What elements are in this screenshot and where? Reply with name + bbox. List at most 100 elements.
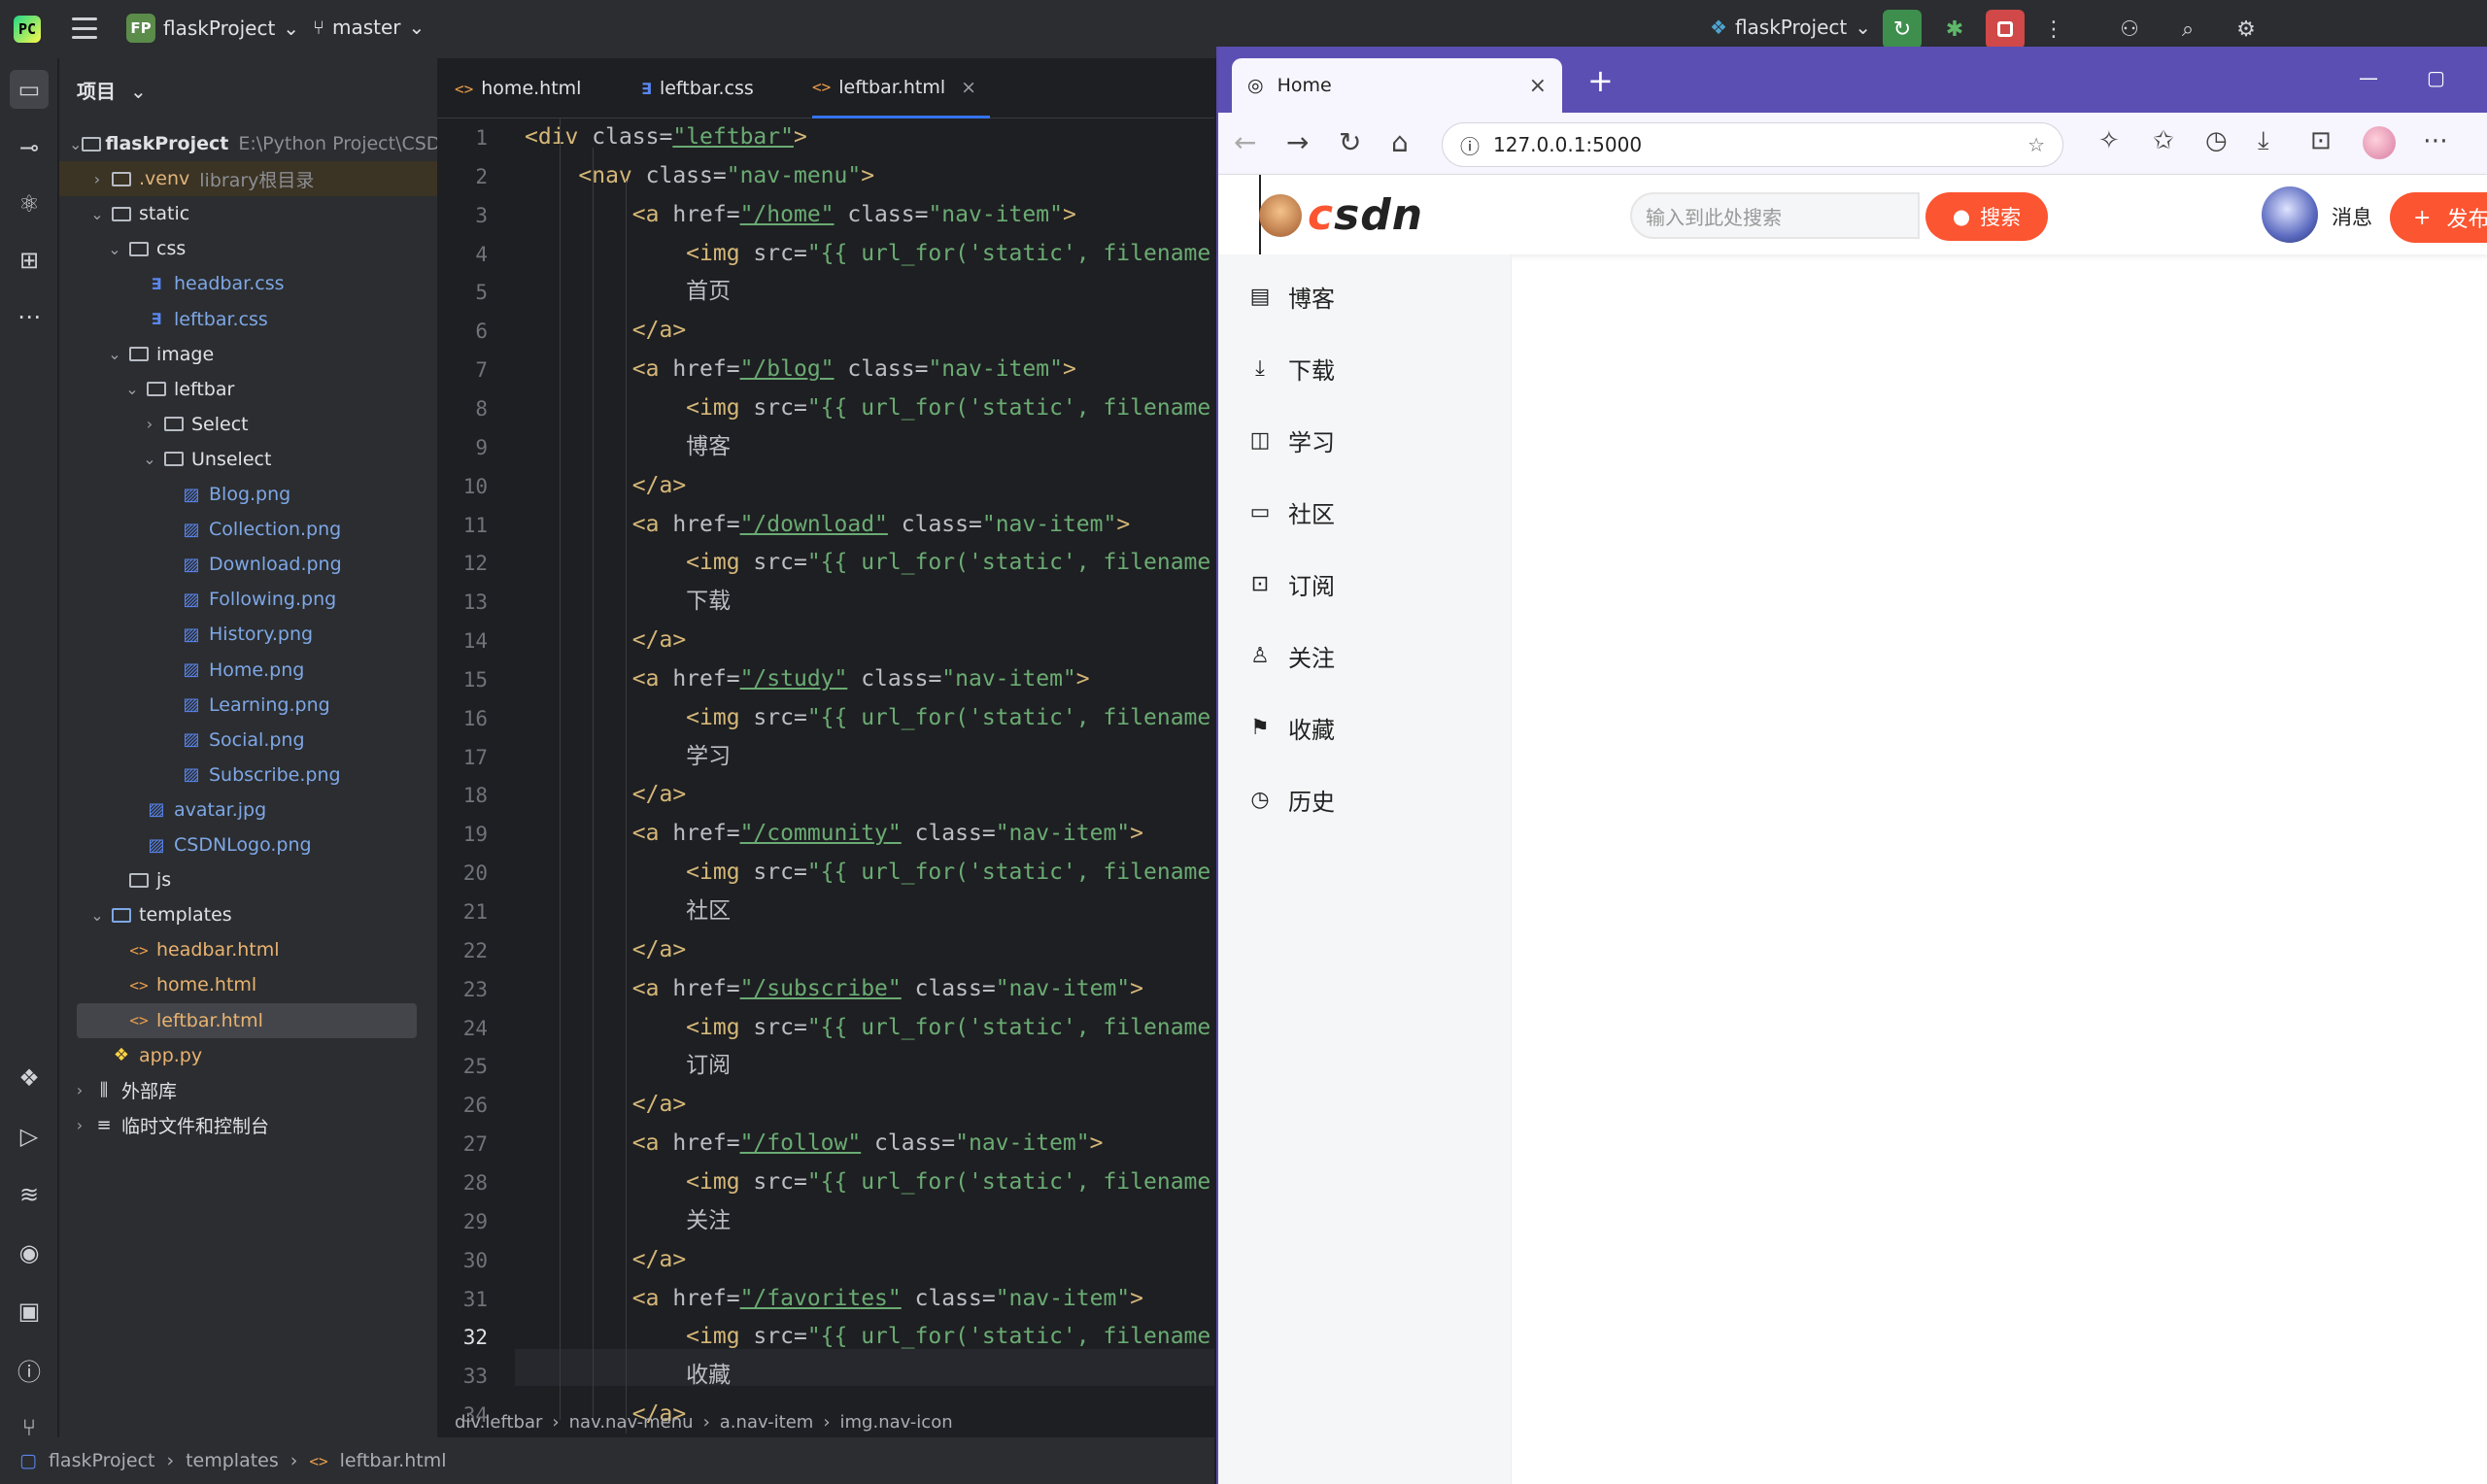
nav-item-following[interactable]: ♙ 关注: [1247, 631, 1335, 680]
code-line[interactable]: 收藏: [525, 1357, 731, 1394]
tree-item[interactable]: ∃ headbar.css: [59, 266, 437, 301]
refresh-button[interactable]: ↻: [1339, 126, 1361, 158]
tree-item[interactable]: ▨ History.png: [59, 617, 437, 652]
tree-item[interactable]: › Select: [59, 407, 437, 442]
breadcrumb-item[interactable]: img.nav-icon: [840, 1412, 953, 1433]
breadcrumb-item[interactable]: nav.nav-menu: [569, 1412, 694, 1433]
code-line[interactable]: <img src="{{ url_for('static', filename: [525, 389, 1210, 426]
close-tab-icon[interactable]: ×: [1529, 74, 1547, 98]
run-tool-button[interactable]: ▷: [10, 1117, 49, 1156]
tab-leftbar-css[interactable]: ∃ leftbar.css: [641, 58, 754, 118]
status-path-item[interactable]: templates: [186, 1450, 279, 1471]
code-line[interactable]: <div class="leftbar">: [525, 118, 807, 155]
breadcrumb-item[interactable]: div.leftbar: [455, 1412, 542, 1433]
commit-tool-button[interactable]: ⊸: [10, 128, 49, 167]
debug-button[interactable]: ✱: [1935, 10, 1974, 49]
tree-item[interactable]: ▨ Blog.png: [59, 477, 437, 512]
tree-item[interactable]: <> leftbar.html: [77, 1002, 417, 1038]
python-console-button[interactable]: ❖: [10, 1059, 49, 1097]
forward-button[interactable]: →: [1286, 126, 1309, 158]
services-tool-button[interactable]: ◉: [10, 1233, 49, 1272]
more-horizontal-icon[interactable]: ⋯: [2423, 126, 2448, 155]
code-line[interactable]: </a>: [525, 1241, 686, 1278]
code-line[interactable]: 关注: [525, 1202, 731, 1239]
messages-link[interactable]: 消息: [2332, 202, 2372, 231]
maximize-window-button[interactable]: ▢: [2427, 66, 2445, 89]
run-configuration-selector[interactable]: ❖ flaskProject ⌄: [1710, 16, 1871, 39]
stop-button[interactable]: [1986, 10, 2025, 49]
code-line[interactable]: <a href="/subscribe" class="nav-item">: [525, 970, 1143, 1007]
tree-item[interactable]: ⌄ templates: [59, 897, 437, 932]
code-line[interactable]: </a>: [525, 622, 686, 658]
code-line[interactable]: </a>: [525, 312, 686, 349]
nav-item-social[interactable]: ▭ 社区: [1247, 488, 1335, 536]
minimize-window-button[interactable]: —: [2359, 66, 2378, 89]
code-line[interactable]: <img src="{{ url_for('static', filename: [525, 1009, 1210, 1046]
branch-switcher[interactable]: ⑂ master ⌄: [313, 16, 425, 39]
code-line[interactable]: <a href="/home" class="nav-item">: [525, 196, 1076, 233]
chevron-down-icon[interactable]: ⌄: [86, 906, 108, 925]
site-info-icon[interactable]: ⓘ: [1460, 131, 1480, 159]
code-line[interactable]: </a>: [525, 467, 686, 504]
tree-item[interactable]: ∃ leftbar.css: [59, 302, 437, 337]
code-line[interactable]: <img src="{{ url_for('static', filename: [525, 1164, 1210, 1200]
tree-item[interactable]: ▨ CSDNLogo.png: [59, 827, 437, 862]
nav-item-download[interactable]: ⤓ 下载: [1247, 344, 1335, 392]
code-line[interactable]: <img src="{{ url_for('static', filename: [525, 699, 1210, 736]
chevron-right-icon[interactable]: ›: [69, 1116, 90, 1134]
tab-leftbar-html[interactable]: <> leftbar.html ×: [812, 58, 991, 118]
chevron-down-icon[interactable]: ⌄: [69, 135, 82, 153]
tree-item[interactable]: › .venv library根目录: [59, 161, 437, 197]
search-input[interactable]: 输入到此处搜索: [1630, 192, 1920, 239]
python-packages-button[interactable]: ⚛: [10, 185, 49, 223]
history-icon[interactable]: ◷: [2205, 126, 2228, 155]
code-line[interactable]: </a>: [525, 776, 686, 813]
nav-item-subscribe[interactable]: ⊡ 订阅: [1247, 559, 1335, 608]
tree-item[interactable]: ⌄ leftbar: [59, 372, 437, 407]
code-line[interactable]: 首页: [525, 273, 731, 310]
project-switcher[interactable]: FP flaskProject ⌄: [126, 14, 299, 43]
tree-item[interactable]: ▨ Collection.png: [59, 512, 437, 547]
code-line[interactable]: 学习: [525, 738, 731, 775]
code-line[interactable]: <a href="/blog" class="nav-item">: [525, 351, 1076, 388]
terminal-tool-button[interactable]: ▣: [10, 1292, 49, 1331]
tree-item[interactable]: ▨ Download.png: [59, 547, 437, 582]
tree-item[interactable]: ▨ Learning.png: [59, 688, 437, 723]
layers-tool-button[interactable]: ≋: [10, 1175, 49, 1214]
search-everywhere-button[interactable]: ⌕: [2168, 10, 2207, 49]
chevron-down-icon[interactable]: ⌄: [104, 240, 125, 258]
code-line[interactable]: <img src="{{ url_for('static', filename: [525, 854, 1210, 891]
nav-item-collection[interactable]: ⚑ 收藏: [1247, 703, 1335, 752]
more-actions-button[interactable]: ⋮: [2034, 10, 2073, 49]
nav-item-history[interactable]: ◷ 历史: [1247, 775, 1335, 824]
tab-home-html[interactable]: <> home.html: [455, 58, 581, 118]
tree-item[interactable]: <> home.html: [59, 967, 437, 1002]
tree-item[interactable]: ▨ Home.png: [59, 653, 437, 688]
code-line[interactable]: </a>: [525, 1086, 686, 1123]
close-icon[interactable]: ×: [961, 77, 976, 98]
tree-item[interactable]: ⌄ Unselect: [59, 442, 437, 477]
favorites-icon[interactable]: ✩: [2153, 126, 2174, 155]
chevron-right-icon[interactable]: ›: [69, 1081, 90, 1099]
project-tool-button[interactable]: ▭: [10, 70, 49, 109]
tree-item[interactable]: ⌄ image: [59, 337, 437, 372]
structure-tool-button[interactable]: ⊞: [10, 241, 49, 280]
nav-item-blog[interactable]: ▤ 博客: [1247, 272, 1335, 320]
tree-item[interactable]: ▨ Social.png: [59, 723, 437, 758]
address-bar[interactable]: ⓘ 127.0.0.1:5000 ☆: [1442, 122, 2063, 167]
publish-button[interactable]: + 发布: [2390, 192, 2487, 243]
code-line[interactable]: 博客: [525, 428, 731, 465]
problems-tool-button[interactable]: ⓘ: [10, 1350, 49, 1389]
status-path-item[interactable]: leftbar.html: [340, 1450, 447, 1471]
tree-item[interactable]: ▨ Subscribe.png: [59, 758, 437, 793]
settings-button[interactable]: ⚙: [2227, 10, 2266, 49]
main-menu-icon[interactable]: [72, 17, 97, 39]
chevron-right-icon[interactable]: ›: [86, 170, 108, 188]
nav-item-learning[interactable]: ◫ 学习: [1247, 416, 1335, 464]
tree-item[interactable]: js: [59, 862, 437, 897]
code-line[interactable]: <img src="{{ url_for('static', filename: [525, 1318, 1210, 1355]
code-with-me-button[interactable]: ⚇: [2110, 10, 2149, 49]
code-line[interactable]: <nav class="nav-menu">: [525, 157, 874, 194]
tree-item[interactable]: ⌄ css: [59, 231, 437, 266]
code-line[interactable]: <img src="{{ url_for('static', filename: [525, 235, 1210, 272]
